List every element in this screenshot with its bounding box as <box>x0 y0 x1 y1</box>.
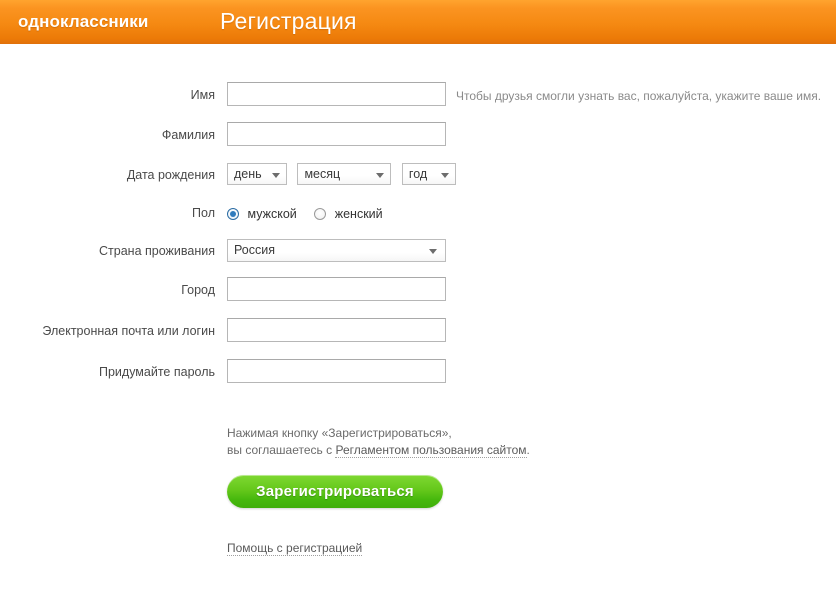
field-wrap-country: Россия <box>227 239 446 262</box>
terms-suffix: . <box>526 443 530 457</box>
email-or-login-input[interactable] <box>227 318 446 342</box>
top-header-bar: одноклассники Регистрация <box>0 0 836 44</box>
chevron-down-icon <box>440 173 449 178</box>
birth-month-select[interactable]: месяц <box>297 163 392 185</box>
registration-form: Имя Чтобы друзья смогли узнать вас, пожа… <box>0 44 836 590</box>
first-name-input[interactable] <box>227 82 446 106</box>
gender-radio-group: мужской женский <box>227 206 397 221</box>
field-wrap-password <box>227 359 446 383</box>
country-select-value: Россия <box>234 243 275 257</box>
label-birthdate: Дата рождения <box>126 168 215 182</box>
chevron-down-icon <box>272 173 280 178</box>
field-wrap-gender: мужской женский <box>227 200 397 227</box>
last-name-input[interactable] <box>227 122 446 146</box>
password-input[interactable] <box>227 359 446 383</box>
birth-year-select[interactable]: год <box>401 163 456 185</box>
site-logo[interactable]: одноклассники <box>18 12 148 32</box>
terms-line-2: вы соглашаетесь с Регламентом пользовани… <box>227 442 530 459</box>
form-row-gender: Пол мужской женский <box>0 200 836 226</box>
field-wrap-email <box>227 318 446 342</box>
hint-first-name: Чтобы друзья смогли узнать вас, пожалуйс… <box>456 89 822 103</box>
register-button[interactable]: Зарегистрироваться <box>227 475 443 508</box>
help-link-wrap: Помощь с регистрацией <box>227 541 363 556</box>
page-title: Регистрация <box>220 8 357 34</box>
gender-option-female[interactable]: женский <box>314 201 383 227</box>
terms-line-1: Нажимая кнопку «Зарегистрироваться», <box>227 426 452 440</box>
chevron-down-icon <box>429 249 437 254</box>
form-row-password: Придумайте пароль <box>0 359 836 385</box>
form-row-email: Электронная почта или логин <box>0 318 836 344</box>
label-last-name: Фамилия <box>161 128 215 142</box>
form-row-birthdate: Дата рождения день месяц год <box>0 162 836 188</box>
field-wrap-city <box>227 277 446 301</box>
radio-unselected-icon[interactable] <box>314 207 327 220</box>
label-city: Город <box>181 283 215 297</box>
form-row-last-name: Фамилия <box>0 122 836 148</box>
form-row-country: Страна проживания Россия <box>0 238 836 264</box>
country-select[interactable]: Россия <box>227 239 446 262</box>
form-row-city: Город <box>0 277 836 303</box>
chevron-down-icon <box>376 173 385 178</box>
radio-selected-icon[interactable] <box>227 207 239 220</box>
field-wrap-birthdate: день месяц год <box>227 163 456 185</box>
label-gender: Пол <box>192 206 215 220</box>
label-email: Электронная почта или логин <box>42 324 215 338</box>
gender-option-female-label: женский <box>334 206 383 221</box>
field-wrap-first-name <box>227 82 446 106</box>
form-row-first-name: Имя Чтобы друзья смогли узнать вас, пожа… <box>0 82 836 108</box>
terms-agreement-link[interactable]: Регламентом пользования сайтом <box>335 443 527 458</box>
terms-prefix: вы соглашаетесь с <box>227 443 336 457</box>
gender-option-male[interactable]: мужской <box>227 201 297 227</box>
label-first-name: Имя <box>190 88 215 102</box>
birth-month-value: месяц <box>304 167 341 181</box>
field-wrap-last-name <box>227 122 446 146</box>
gender-option-male-label: мужской <box>247 206 297 221</box>
birth-day-select[interactable]: день <box>227 163 287 185</box>
terms-text: Нажимая кнопку «Зарегистрироваться», вы … <box>227 425 530 459</box>
label-country: Страна проживания <box>99 244 215 258</box>
registration-help-link[interactable]: Помощь с регистрацией <box>227 541 363 556</box>
label-password: Придумайте пароль <box>98 365 215 379</box>
city-input[interactable] <box>227 277 446 301</box>
